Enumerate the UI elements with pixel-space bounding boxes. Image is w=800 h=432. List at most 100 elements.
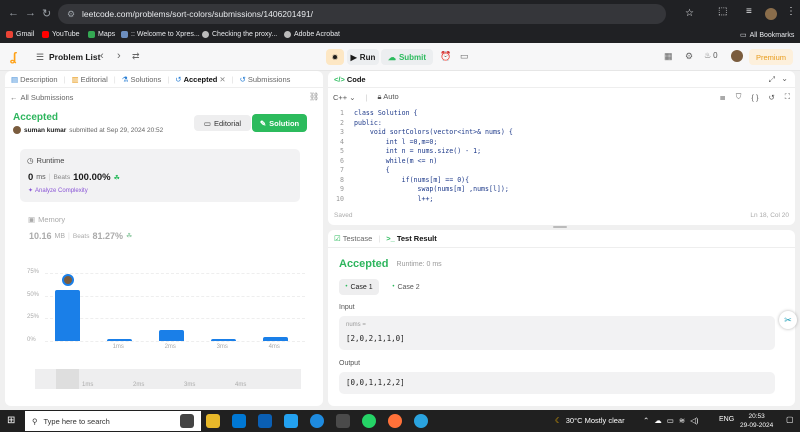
prev-problem-icon[interactable]: ‹ (100, 50, 104, 62)
input-value[interactable]: [2,0,2,1,1,0] (346, 334, 405, 343)
address-bar[interactable]: ⚙ leetcode.com/problems/sort-colors/subm… (58, 4, 694, 24)
memory-stats[interactable]: 10.16 MB | Beats 81.27% ☘ (29, 231, 132, 241)
vscode-icon[interactable] (284, 414, 298, 428)
notes-icon[interactable]: ▭ (460, 51, 469, 62)
link-icon[interactable]: ⛓ (309, 92, 319, 101)
submit-button[interactable]: ☁ Submit (381, 49, 433, 65)
code-line[interactable]: 8 if(nums[m] == 0){ (328, 176, 795, 186)
tab-description[interactable]: ▤ Description (11, 75, 58, 84)
code-line[interactable]: 10 l++; (328, 195, 795, 205)
outlook-icon[interactable] (258, 414, 272, 428)
menu-icon[interactable]: ⋮ (786, 6, 796, 17)
output-value[interactable]: [0,0,1,1,2,2] (346, 378, 405, 387)
overview-handle[interactable] (56, 369, 79, 389)
language-select[interactable]: C++ ⌄ (333, 93, 356, 102)
bookmark-maps[interactable]: Maps (88, 31, 115, 38)
whatsapp-icon[interactable] (362, 414, 376, 428)
bookmark-xpres[interactable]: :: Welcome to Xpres... (121, 31, 200, 38)
chart-bar[interactable] (159, 330, 185, 341)
task-view-icon[interactable] (180, 414, 194, 428)
leetcode-logo-icon[interactable]: ʆ (10, 50, 16, 64)
firefox-icon[interactable] (388, 414, 402, 428)
timer-icon[interactable]: ⏰ (440, 51, 451, 62)
settings-gear-icon[interactable]: ⚙ (685, 51, 693, 62)
case-2-button[interactable]: • Case 2 (386, 279, 426, 295)
shuffle-icon[interactable]: ⇄ (132, 51, 140, 62)
floating-assistant-icon[interactable]: ✂ (779, 311, 797, 329)
taskbar-search[interactable]: ⚲ Type here to search (25, 411, 201, 431)
debug-button[interactable]: ✹ (326, 49, 344, 65)
tab-solutions[interactable]: ⚗ Solutions (122, 75, 162, 84)
chart-overview-slider[interactable]: 1ms 2ms 3ms 4ms (35, 369, 301, 389)
code-line[interactable]: 9 swap(nums[m] ,nums[l]); (328, 185, 795, 195)
problem-list-link[interactable]: Problem List (49, 52, 100, 62)
solution-button[interactable]: ✎ Solution (252, 114, 307, 132)
code-line[interactable]: 3 void sortColors(vector<int>& nums) { (328, 128, 795, 138)
battery-icon[interactable]: ▭ (667, 416, 674, 425)
run-button[interactable]: ▶ Run (347, 49, 379, 65)
editorial-button[interactable]: ▭ Editorial (194, 115, 251, 131)
tab-submissions[interactable]: ↺ Submissions (240, 75, 291, 84)
chevron-up-icon[interactable]: ⌃ (643, 416, 649, 425)
chart-bar[interactable] (107, 339, 133, 341)
format-icon[interactable]: ≣ (719, 93, 725, 102)
all-bookmarks[interactable]: ▭ All Bookmarks (740, 31, 794, 40)
code-line[interactable]: 2 public: (328, 119, 795, 129)
premium-button[interactable]: Premium (749, 49, 793, 65)
clock[interactable]: 20:53 29-09-2024 (740, 412, 773, 430)
collapse-icon[interactable]: ⌄ (781, 74, 788, 83)
chart-bar[interactable] (263, 337, 289, 341)
bookmark-gmail[interactable]: Gmail (6, 31, 34, 38)
star-icon[interactable]: ☆ (685, 4, 694, 24)
code-line[interactable]: 4 int l =0,m=0; (328, 138, 795, 148)
code-line[interactable]: 7 { (328, 166, 795, 176)
braces-icon[interactable]: { } (751, 93, 758, 102)
forward-icon[interactable]: → (25, 7, 36, 19)
system-tray[interactable]: ⌃ ☁ ▭ ≋ ◁) (643, 416, 698, 425)
bookmark-acrobat[interactable]: Adobe Acrobat (284, 31, 340, 38)
case-1-button[interactable]: • Case 1 (339, 279, 379, 295)
store-icon[interactable] (232, 414, 246, 428)
chrome-icon[interactable] (336, 414, 350, 428)
telegram-icon[interactable] (414, 414, 428, 428)
volume-icon[interactable]: ◁) (690, 416, 698, 425)
file-explorer-icon[interactable] (206, 414, 220, 428)
code-line[interactable]: 6 while(m <= n) (328, 157, 795, 167)
windows-start-icon[interactable]: ⊞ (7, 415, 15, 426)
your-submission-avatar[interactable] (61, 274, 74, 287)
media-icon[interactable]: ≡ (746, 6, 752, 17)
auto-mode[interactable]: 🔒︎ Auto (378, 92, 399, 102)
all-submissions-link[interactable]: ← All Submissions (10, 93, 73, 102)
code-line[interactable]: 5 int n = nums.size() - 1; (328, 147, 795, 157)
user-avatar[interactable] (731, 50, 743, 62)
user-name[interactable]: suman kumar (24, 127, 66, 134)
bookmark-icon[interactable]: ⛉ (736, 92, 742, 102)
site-info-icon[interactable]: ⚙ (67, 4, 75, 24)
extensions-icon[interactable]: ⬚ (718, 6, 727, 17)
reload-icon[interactable]: ↻ (42, 7, 51, 20)
reset-icon[interactable]: ↺ (768, 93, 774, 102)
expand-icon[interactable]: ⛶ (785, 92, 790, 102)
close-tab-icon[interactable]: ✕ (219, 75, 225, 84)
tab-accepted[interactable]: ↺ Accepted ✕ (175, 75, 225, 84)
profile-avatar[interactable] (765, 8, 777, 20)
tab-code[interactable]: </> Code (334, 75, 366, 84)
edge-icon[interactable] (310, 414, 324, 428)
streak-counter[interactable]: ♨ 0 (704, 51, 718, 60)
layout-icon[interactable]: ▦ (664, 51, 673, 62)
tab-editorial[interactable]: ▥ Editorial (72, 75, 108, 84)
memory-header[interactable]: ▣ Memory (28, 215, 65, 224)
bookmark-proxy[interactable]: Checking the proxy... (202, 31, 277, 38)
chart-bar[interactable] (211, 339, 237, 341)
runtime-distribution-chart[interactable]: 75% 50% 25% 0% 1ms 2ms 3ms 4ms (5, 261, 323, 361)
wifi-icon[interactable]: ≋ (679, 416, 685, 425)
next-problem-icon[interactable]: › (117, 50, 121, 62)
panel-resize-handle[interactable] (553, 226, 567, 228)
weather-widget[interactable]: ☾ 30°C Mostly clear (555, 416, 625, 425)
language-indicator[interactable]: ENG (719, 416, 734, 423)
code-editor[interactable]: 1 class Solution {2 public: 3 void sortColo… (328, 109, 795, 205)
tab-test-result[interactable]: >_ Test Result (386, 234, 436, 243)
back-icon[interactable]: ← (8, 7, 19, 19)
analyze-complexity-link[interactable]: ✦ Analyze Complexity (28, 187, 88, 195)
notifications-icon[interactable]: ▢ (786, 415, 794, 424)
